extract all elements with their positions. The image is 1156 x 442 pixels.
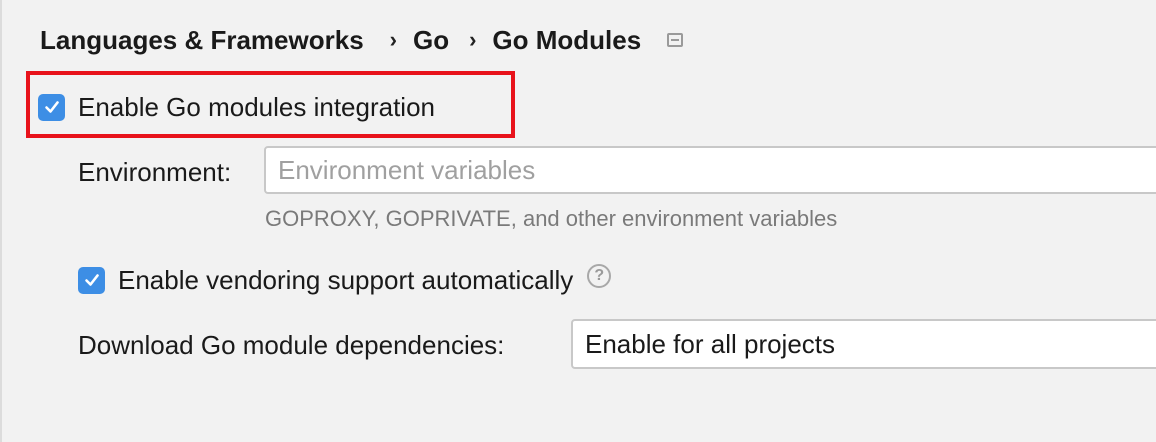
breadcrumb: Languages & Frameworks › Go › Go Modules — [40, 22, 684, 58]
page-layout-icon[interactable] — [667, 33, 684, 47]
download-dependencies-select[interactable]: Enable for all projects — [571, 319, 1156, 369]
breadcrumb-item-go-modules: Go Modules — [492, 24, 642, 55]
checkmark-icon — [84, 274, 99, 286]
environment-hint: GOPROXY, GOPRIVATE, and other environmen… — [265, 206, 838, 231]
breadcrumb-separator: › — [389, 27, 397, 52]
help-icon[interactable]: ? — [587, 264, 612, 288]
download-dependencies-label: Download Go module dependencies: — [78, 330, 505, 360]
environment-input[interactable] — [264, 146, 1156, 194]
panel-divider — [0, 0, 2, 442]
breadcrumb-item-languages-frameworks[interactable]: Languages & Frameworks — [40, 25, 364, 56]
vendoring-label[interactable]: Enable vendoring support automatically — [118, 265, 573, 296]
breadcrumb-item-go[interactable]: Go — [413, 25, 449, 56]
breadcrumb-separator: › — [469, 27, 477, 52]
download-dependencies-value: Enable for all projects — [585, 328, 836, 359]
enable-modules-label[interactable]: Enable Go modules integration — [78, 92, 435, 123]
vendoring-checkbox[interactable] — [78, 266, 105, 294]
settings-page: Languages & Frameworks › Go › Go Modules… — [0, 0, 1156, 442]
enable-modules-row[interactable]: Enable Go modules integration — [38, 89, 435, 125]
environment-label: Environment: — [78, 157, 232, 187]
vendoring-row[interactable]: Enable vendoring support automatically ? — [78, 262, 612, 298]
checkmark-icon — [44, 101, 59, 113]
enable-modules-checkbox[interactable] — [38, 93, 65, 121]
